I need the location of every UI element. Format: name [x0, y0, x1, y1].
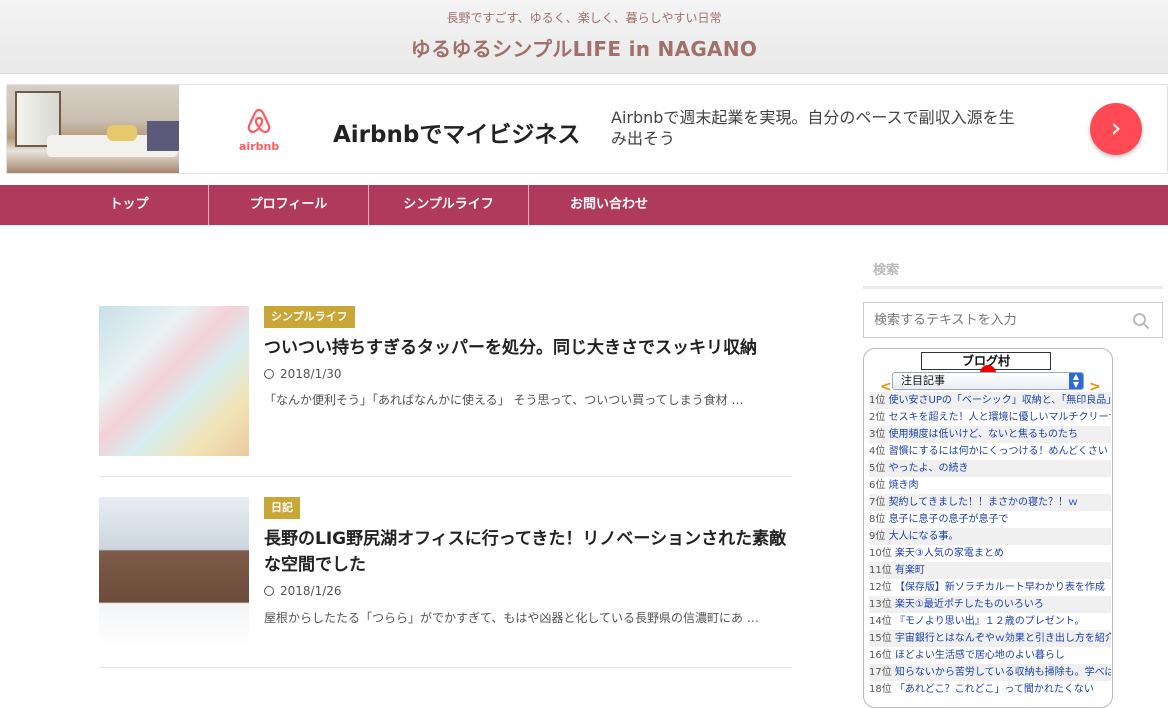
ad-headline[interactable]: Airbnbでマイビジネス [333, 115, 580, 149]
ranking-item[interactable]: 13位 楽天①最近ポチしたものいろいろ [869, 596, 1111, 613]
blogmura-logo[interactable]: ブログ村 [921, 352, 1051, 373]
ranking-rank: 13位 [869, 599, 892, 610]
ranking-rank: 9位 [869, 531, 886, 542]
ranking-item[interactable]: 10位 楽天③人気の家電まとめ [869, 545, 1111, 562]
select-caret-icon: ▲ ▼ [1069, 373, 1083, 389]
ranking-link[interactable]: 『モノより思い出』１２歳のプレゼント。 [895, 616, 1085, 627]
category-badge[interactable]: 日記 [264, 497, 300, 519]
ranking-link[interactable]: 楽天③人気の家電まとめ [895, 548, 1004, 559]
site-tagline: 長野ですごす、ゆるく、楽しく、暮らしやすい日常 [446, 11, 722, 25]
article-category-select[interactable]: 注目記事 ▲ ▼ [892, 372, 1084, 390]
site-header: 長野ですごす、ゆるく、楽しく、暮らしやすい日常 ゆるゆるシンプルLIFE in … [0, 0, 1168, 74]
post-thumbnail[interactable] [99, 497, 249, 647]
ranking-link[interactable]: 宇宙銀行とはなんぞやｗ効果と引き出し方を紹介 [895, 633, 1111, 644]
nav-item-top[interactable]: トップ [50, 185, 209, 225]
post-date-text: 2018/1/30 [280, 367, 342, 381]
ranking-link[interactable]: 大人になる事。 [889, 531, 959, 542]
ranking-rank: 2位 [869, 412, 886, 423]
ranking-item[interactable]: 14位 『モノより思い出』１２歳のプレゼント。 [869, 613, 1111, 630]
ranking-rank: 16位 [869, 650, 892, 661]
ranking-rank: 5位 [869, 463, 886, 474]
blogmura-widget: ブログ村 < 注目記事 ▲ ▼ > 1位 使い安さUPの「ベーシック」収納と、「無… [863, 348, 1113, 708]
ranking-rank: 15位 [869, 633, 892, 644]
ranking-rank: 6位 [869, 480, 886, 491]
ranking-link[interactable]: 息子に息子の息子が息子で [889, 514, 1009, 525]
main-nav: トップ プロフィール シンプルライフ お問い合わせ [0, 185, 1168, 225]
search-box [863, 302, 1163, 338]
ranking-rank: 8位 [869, 514, 886, 525]
airbnb-wordmark: airbnb [239, 140, 280, 153]
ranking-link[interactable]: 楽天①最近ポチしたものいろいろ [895, 599, 1044, 610]
post-excerpt: 屋根からしたたる「つらら」がでかすぎて、もはや凶器と化している長野県の信濃町にあ… [264, 611, 759, 625]
ad-room-image[interactable] [7, 85, 179, 173]
post-excerpt: 「なんか便利そう」「あればなんかに使える」 そう思って、ついつい買ってしまう食材… [264, 393, 744, 407]
category-badge[interactable]: シンプルライフ [264, 306, 355, 328]
ad-arrow-button[interactable]: › [1090, 103, 1142, 155]
ranking-rank: 1位 [869, 395, 886, 406]
ranking-item[interactable]: 4位 習慣にするには何かにくっつける！めんどくさい [869, 443, 1111, 460]
ranking-link[interactable]: 使用頻度は低いけど、ないと焦るものたち [889, 429, 1079, 440]
ranking-item[interactable]: 8位 息子に息子の息子が息子で [869, 511, 1111, 528]
post-date: 2018/1/26 [264, 584, 342, 598]
ranking-item[interactable]: 15位 宇宙銀行とはなんぞやｗ効果と引き出し方を紹介 [869, 630, 1111, 647]
ranking-rank: 4位 [869, 446, 886, 457]
ranking-rank: 12位 [869, 582, 892, 593]
post-date-text: 2018/1/26 [280, 584, 342, 598]
post-card: シンプルライフ ついつい持ちすぎるタッパーを処分。同じ大きさでスッキリ収納 20… [99, 306, 792, 456]
ranking-link[interactable]: ほどよい生活感で居心地のよい暮らし [895, 650, 1065, 661]
ranking-item[interactable]: 11位 有楽町 [869, 562, 1111, 579]
post-title[interactable]: 長野のLIG野尻湖オフィスに行ってきた！リノベーションされた素敵な空間でした [264, 526, 794, 578]
ranking-item[interactable]: 3位 使用頻度は低いけど、ないと焦るものたち [869, 426, 1111, 443]
ranking-item[interactable]: 6位 焼き肉 [869, 477, 1111, 494]
post-divider [99, 476, 792, 477]
ranking-item[interactable]: 16位 ほどよい生活感で居心地のよい暮らし [869, 647, 1111, 664]
clock-icon [264, 369, 274, 379]
search-widget-title: 検索 [873, 263, 900, 278]
sidebar-divider [863, 286, 1163, 289]
ranking-link[interactable]: 焼き肉 [889, 480, 919, 491]
ranking-link[interactable]: 知らないから苦労している収納も掃除も。学べば [895, 667, 1111, 678]
ranking-item[interactable]: 9位 大人になる事。 [869, 528, 1111, 545]
ranking-rank: 14位 [869, 616, 892, 627]
ranking-item[interactable]: 5位 やったよ、の続き [869, 460, 1111, 477]
ranking-link[interactable]: 【保存版】新ソラチカルート早わかり表を作成 [895, 582, 1105, 593]
ranking-link[interactable]: 習慣にするには何かにくっつける！めんどくさい [889, 446, 1108, 457]
ranking-rank: 11位 [869, 565, 892, 576]
ad-body-text[interactable]: Airbnbで週末起業を実現。自分のペースで副収入源を生み出そう [611, 107, 1021, 149]
ranking-item[interactable]: 7位 契約してきました！！まさかの寝た？！ｗ [869, 494, 1111, 511]
ranking-item[interactable]: 1位 使い安さUPの「ベーシック」収納と、「無印良品」 [869, 392, 1111, 409]
ranking-rank: 10位 [869, 548, 892, 559]
ranking-link[interactable]: やったよ、の続き [889, 463, 969, 474]
ranking-link[interactable]: 有楽町 [895, 565, 925, 576]
clock-icon [264, 586, 274, 596]
nav-item-profile[interactable]: プロフィール [209, 185, 369, 225]
ranking-item[interactable]: 12位 【保存版】新ソラチカルート早わかり表を作成 [869, 579, 1111, 596]
post-date: 2018/1/30 [264, 367, 342, 381]
nav-item-simple-life[interactable]: シンプルライフ [369, 185, 529, 225]
ranking-link[interactable]: 使い安さUPの「ベーシック」収納と、「無印良品」 [889, 395, 1111, 406]
post-thumbnail[interactable] [99, 306, 249, 456]
ranking-link[interactable]: セスキを超えた！人と環境に優しいマルチクリーナー [889, 412, 1111, 423]
ranking-item[interactable]: 17位 知らないから苦労している収納も掃除も。学べば [869, 664, 1111, 681]
ranking-rank: 3位 [869, 429, 886, 440]
ranking-rank: 17位 [869, 667, 892, 678]
airbnb-logo: airbnb [239, 107, 279, 153]
ranking-list: 1位 使い安さUPの「ベーシック」収納と、「無印良品」 2位 セスキを超えた！人と… [869, 392, 1111, 698]
ranking-rank: 7位 [869, 497, 886, 508]
post-divider [99, 667, 792, 668]
ranking-item[interactable]: 2位 セスキを超えた！人と環境に優しいマルチクリーナー [869, 409, 1111, 426]
airbnb-logo-icon [247, 108, 271, 134]
post-title[interactable]: ついつい持ちすぎるタッパーを処分。同じ大きさでスッキリ収納 [264, 335, 794, 361]
airbnb-ad-banner[interactable]: airbnb Airbnbでマイビジネス Airbnbで週末起業を実現。自分のペ… [6, 84, 1168, 174]
site-title[interactable]: ゆるゆるシンプルLIFE in NAGANO [0, 33, 1168, 62]
post-card: 日記 長野のLIG野尻湖オフィスに行ってきた！リノベーションされた素敵な空間でし… [99, 497, 792, 647]
ranking-link[interactable]: 契約してきました！！まさかの寝た？！ｗ [889, 497, 1078, 508]
search-icon[interactable] [1132, 312, 1150, 330]
search-input[interactable] [864, 303, 1128, 337]
nav-item-contact[interactable]: お問い合わせ [529, 185, 689, 225]
